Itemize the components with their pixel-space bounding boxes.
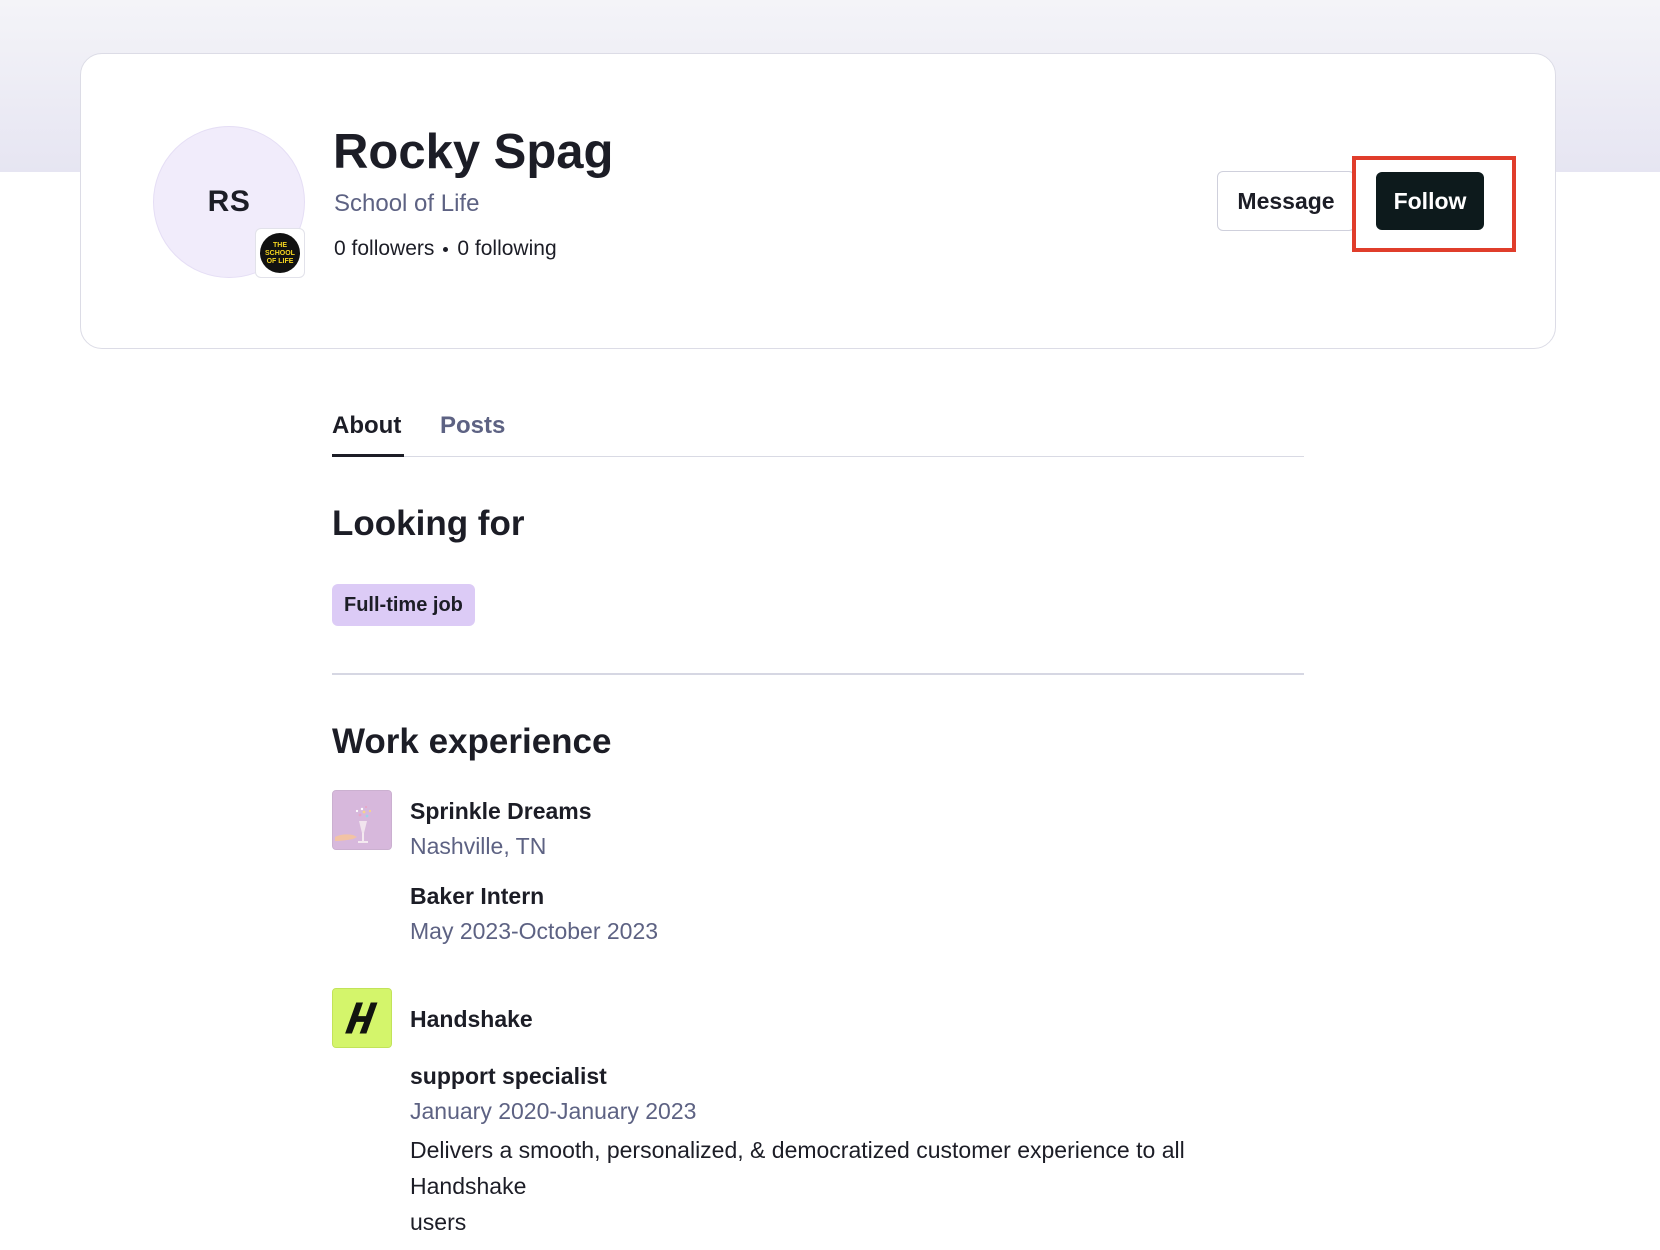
profile-content: About Posts Looking for Full-time job Wo… [332, 402, 1304, 1235]
job-dates: January 2020-January 2023 [410, 1098, 697, 1124]
job-role: Baker Intern [410, 883, 545, 909]
sprinkle-dreams-logo-icon [332, 790, 392, 850]
follow-stats: 0 followers 0 following [334, 237, 557, 261]
message-button[interactable]: Message [1217, 171, 1355, 231]
school-of-life-logo-icon: THE SCHOOL OF LIFE [260, 233, 300, 273]
job-description-line: Delivers a smooth, personalized, & democ… [410, 1137, 1185, 1199]
job-description-line: users [410, 1209, 467, 1235]
work-experience-title: Work experience [332, 722, 612, 761]
profile-card: RS THE SCHOOL OF LIFE Rocky Spag School … [80, 53, 1556, 349]
job-description: Delivers a smooth, personalized, & democ… [410, 1132, 1270, 1240]
svg-text:SCHOOL: SCHOOL [265, 250, 296, 257]
svg-text:OF LIFE: OF LIFE [267, 258, 294, 265]
svg-text:THE: THE [273, 242, 287, 249]
handshake-logo-icon [332, 988, 392, 1048]
profile-name: Rocky Spag [333, 125, 614, 179]
looking-for-title: Looking for [332, 504, 525, 543]
tab-about[interactable]: About [332, 412, 401, 440]
company-name[interactable]: Sprinkle Dreams [410, 798, 592, 825]
profile-page: RS THE SCHOOL OF LIFE Rocky Spag School … [0, 0, 1660, 1250]
job-role: support specialist [410, 1063, 607, 1089]
follow-button[interactable]: Follow [1376, 172, 1484, 230]
active-tab-indicator [332, 454, 404, 457]
profile-tabs: About Posts [332, 402, 1304, 457]
looking-for-tag: Full-time job [332, 584, 475, 626]
school-logo-badge: THE SCHOOL OF LIFE [255, 228, 305, 278]
company-name[interactable]: Handshake [410, 1006, 533, 1033]
followers-count[interactable]: 0 followers [334, 237, 434, 261]
tab-posts[interactable]: Posts [440, 412, 505, 440]
section-divider [332, 673, 1304, 675]
job-dates: May 2023-October 2023 [410, 918, 659, 944]
avatar-initials: RS [207, 185, 251, 218]
company-location: Nashville, TN [410, 833, 547, 859]
profile-school[interactable]: School of Life [334, 190, 479, 218]
separator-dot [443, 246, 449, 252]
following-count[interactable]: 0 following [457, 237, 556, 261]
